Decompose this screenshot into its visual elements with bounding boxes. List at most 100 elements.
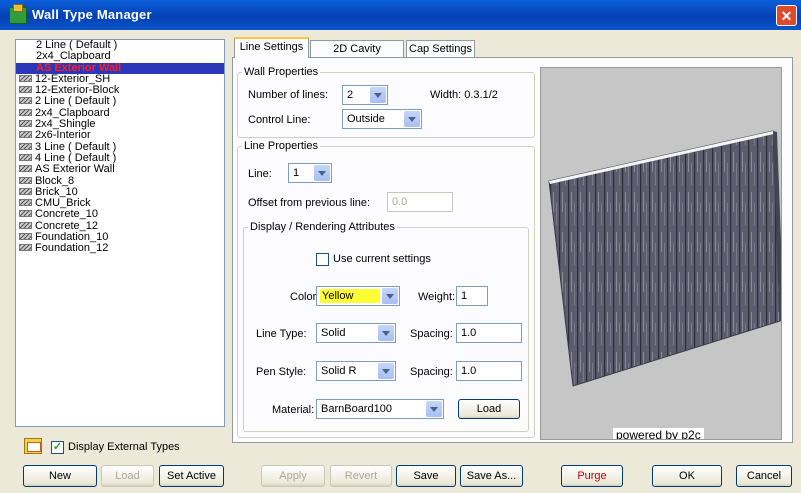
powered-by-watermark: powered by p2c	[613, 428, 704, 439]
tab-line-settings[interactable]: Line Settings	[234, 37, 309, 58]
list-item-label: Concrete_12	[35, 219, 98, 232]
save-button[interactable]: Save	[396, 465, 456, 487]
load-button[interactable]: Load	[101, 465, 154, 487]
color-dropdown[interactable]: Yellow	[316, 286, 400, 306]
chevron-down-icon[interactable]	[314, 165, 330, 181]
line-dropdown[interactable]: 1	[288, 163, 332, 183]
apply-button[interactable]: Apply	[261, 465, 325, 487]
spacing-field[interactable]: 1.0	[456, 323, 522, 343]
display-rendering-group: Display / Rendering Attributes Use curre…	[243, 221, 529, 432]
cancel-button[interactable]: Cancel	[736, 465, 792, 487]
pen-spacing-field[interactable]: 1.0	[456, 361, 522, 381]
wall-type-icon	[19, 210, 32, 218]
offset-label: Offset from previous line:	[248, 197, 371, 209]
wall-type-icon	[19, 233, 32, 241]
display-rendering-label: Display / Rendering Attributes	[248, 221, 397, 233]
purge-button[interactable]: Purge	[561, 465, 623, 487]
list-item-label: Block_8	[35, 174, 75, 187]
pen-style-dropdown[interactable]: Solid R	[316, 361, 396, 381]
wall-type-icon	[19, 97, 32, 105]
material-load-button[interactable]: Load	[458, 399, 520, 419]
line-label: Line:	[248, 168, 272, 180]
chevron-down-icon[interactable]	[378, 325, 394, 341]
wall-render	[548, 130, 781, 387]
material-dropdown[interactable]: BarnBoard100	[316, 399, 444, 419]
list-item-label: Brick_10	[35, 185, 78, 198]
control-line-dropdown[interactable]: Outside	[342, 109, 422, 129]
folder-icon[interactable]	[24, 438, 42, 454]
weight-field[interactable]: 1	[456, 286, 488, 306]
width-text: Width: 0.3.1/2	[430, 89, 498, 101]
wall-type-icon	[19, 165, 32, 173]
line-type-dropdown[interactable]: Solid	[316, 323, 396, 343]
control-line-value: Outside	[347, 113, 385, 125]
display-external-checkbox[interactable]: ✓	[51, 441, 64, 454]
list-item-label: AS Exterior Wall	[36, 61, 122, 74]
wall-type-icon	[19, 131, 32, 139]
list-item-label: Foundation_12	[35, 242, 109, 255]
pen-style-value: Solid R	[321, 365, 357, 377]
line-type-value: Solid	[321, 327, 346, 339]
list-item-label: Concrete_10	[35, 208, 98, 221]
wall-type-icon	[19, 120, 32, 128]
wall-type-icon	[19, 199, 32, 207]
chevron-down-icon[interactable]	[426, 401, 442, 417]
window-title: Wall Type Manager	[32, 7, 152, 22]
tab-cap-settings[interactable]: Cap Settings	[406, 40, 475, 57]
material-value: BarnBoard100	[321, 403, 392, 415]
offset-field[interactable]: 0.0	[387, 192, 453, 212]
chevron-down-icon[interactable]	[404, 111, 420, 127]
wall-properties-label: Wall Properties	[242, 66, 321, 78]
list-item-label: 2x4_Clapboard	[36, 50, 111, 63]
pen-style-label: Pen Style:	[256, 366, 307, 378]
ok-button[interactable]: OK	[652, 465, 722, 487]
close-button[interactable]: ✕	[776, 5, 797, 26]
line-properties-group: Line Properties Line: 1 Offset from prev…	[237, 140, 535, 438]
list-item-label: 3 Line ( Default )	[35, 140, 117, 153]
weight-label: Weight:	[418, 291, 456, 303]
line-value: 1	[293, 167, 300, 179]
color-label: Color:	[290, 291, 320, 303]
use-current-settings-label: Use current settings	[333, 253, 431, 265]
wall-type-icon	[19, 74, 32, 82]
chevron-down-icon[interactable]	[370, 87, 386, 103]
wall-type-list[interactable]: 2 Line ( Default ) 2x4_Clapboard AS Exteri…	[15, 39, 225, 427]
line-type-label: Line Type:	[256, 328, 307, 340]
number-of-lines-value: 2	[347, 89, 354, 101]
new-button[interactable]: New	[23, 465, 97, 487]
list-item-label: 12-Exterior-Block	[35, 84, 120, 97]
use-current-settings-checkbox[interactable]	[316, 253, 329, 266]
list-item-label: AS Exterior Wall	[35, 163, 115, 176]
wall-type-icon	[19, 108, 32, 116]
revert-button[interactable]: Revert	[330, 465, 392, 487]
list-item-label: 4 Line ( Default )	[35, 151, 117, 164]
number-of-lines-dropdown[interactable]: 2	[342, 85, 388, 105]
control-line-label: Control Line:	[248, 114, 311, 126]
list-item-label: 2 Line ( Default )	[35, 95, 117, 108]
wall-preview: powered by p2c	[540, 67, 782, 440]
list-item-label: Foundation_10	[35, 231, 109, 244]
wall-properties-group: Wall Properties Number of lines: 2 Width…	[237, 66, 535, 138]
list-item-label: 2 Line ( Default )	[36, 39, 118, 51]
line-properties-label: Line Properties	[242, 140, 320, 152]
spacing-label: Spacing:	[410, 328, 453, 340]
chevron-down-icon[interactable]	[382, 288, 398, 304]
wall-type-icon	[19, 221, 32, 229]
wall-type-icon	[19, 176, 32, 184]
wall-type-icon	[19, 187, 32, 195]
pen-spacing-label: Spacing:	[410, 366, 453, 378]
wall-type-icon	[19, 153, 32, 161]
list-item-label: 12-Exterior_SH	[35, 72, 111, 85]
chevron-down-icon[interactable]	[378, 363, 394, 379]
list-item-label: CMU_Brick	[35, 197, 91, 210]
wall-type-icon	[19, 244, 32, 252]
display-external-label: Display External Types	[68, 441, 180, 453]
title-bar: Wall Type Manager ✕	[0, 0, 801, 30]
set-active-button[interactable]: Set Active	[159, 465, 224, 487]
wall-type-icon	[19, 142, 32, 150]
number-of-lines-label: Number of lines:	[248, 89, 329, 101]
list-item[interactable]: Foundation_12	[16, 243, 224, 254]
save-as-button[interactable]: Save As...	[460, 465, 523, 487]
app-icon	[9, 4, 27, 24]
tab-2d-cavity-settings[interactable]: 2D Cavity Settings	[310, 40, 404, 71]
